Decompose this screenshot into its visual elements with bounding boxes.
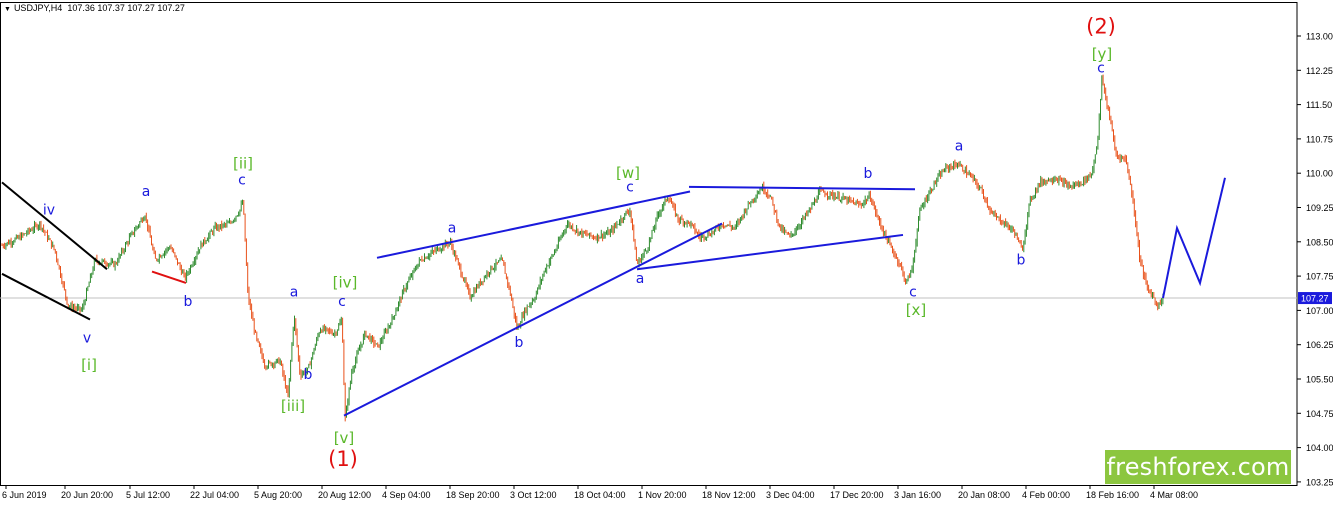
chart-area: 113.00 112.25 111.50 110.75 110.00 109.25 108.… [0,0,1333,505]
x-tick-label: 18 Sep 20:00 [446,490,500,500]
x-tick-label: 1 Nov 20:00 [638,490,687,500]
wave-label: b [864,166,873,182]
trendline-blue [688,185,916,191]
freshforex-logo: freshforex.com [1105,450,1291,484]
x-tick-label: 4 Feb 00:00 [1022,490,1070,500]
wave-label: b [1017,253,1026,269]
y-tick-label: 110.00 [1306,169,1333,179]
wave-label: b [515,335,524,351]
y-tick-label: 108.50 [1306,237,1333,247]
wave-label: (1) [328,447,358,471]
y-tick-label: 105.50 [1306,375,1333,385]
wave-label: a [142,184,151,200]
wave-label: c [338,294,346,310]
x-tick-label: 4 Sep 04:00 [382,490,431,500]
x-tick-label: 20 Jan 08:00 [958,490,1010,500]
x-tick-label: 17 Dec 20:00 [830,490,884,500]
wave-label: a [448,221,457,237]
wave-label: b [304,367,313,383]
ohlc-values: 107.36 107.37 107.27 107.27 [67,3,185,13]
wave-label: a [636,271,645,287]
trendline-blue [636,233,904,271]
x-tick-label: 6 Jun 2019 [2,490,47,500]
y-tick-label: 107.00 [1306,306,1333,316]
y-tick-label: 104.00 [1306,443,1333,453]
wave-label: [x] [906,301,927,319]
x-tick-label: 3 Jan 16:00 [894,490,941,500]
y-tick-label: 106.25 [1306,340,1333,350]
price-bars [1,74,1164,422]
wave-label: a [955,138,964,154]
wave-label: [y] [1092,45,1113,63]
wave-label: [w] [616,164,640,182]
wave-label: c [909,285,917,301]
x-tick-label: 3 Oct 12:00 [510,490,557,500]
wave-projection-line [1162,177,1226,299]
trendline-black [1,272,91,321]
trendline-blue [376,190,691,259]
symbol-info: ▼ USDJPY,H4 107.36 107.37 107.27 107.27 [4,3,185,13]
x-tick-label: 18 Nov 12:00 [702,490,756,500]
symbol-dropdown-icon[interactable]: ▼ [4,6,11,13]
y-tick-label: 109.25 [1306,203,1333,213]
wave-label: [iv] [333,274,358,292]
wave-label: b [184,294,193,310]
x-tick-label: 22 Jul 04:00 [190,490,239,500]
wave-label: [i] [81,356,97,374]
wave-label: [ii] [233,155,253,173]
wave-label: c [1097,61,1105,77]
x-tick-label: 5 Aug 20:00 [254,490,302,500]
wave-label: (2) [1086,15,1116,39]
y-tick-label: 107.75 [1306,272,1333,282]
current-price-label: 107.27 [1301,294,1329,304]
wave-label: [iii] [281,397,305,415]
x-tick-label: 3 Dec 04:00 [766,490,815,500]
trendline-black [1,181,108,271]
y-tick-label: 110.75 [1306,134,1333,144]
y-tick-label: 111.50 [1306,100,1332,110]
x-tick-label: 4 Mar 08:00 [1150,490,1198,500]
x-tick-label: 5 Jul 12:00 [126,490,170,500]
y-tick-label: 104.75 [1306,409,1333,419]
y-tick-label: 113.00 [1306,32,1333,42]
wave-label: c [626,179,634,195]
x-tick-label: 18 Feb 16:00 [1086,490,1139,500]
x-tick-label: 18 Oct 04:00 [574,490,626,500]
price-chart: 113.00 112.25 111.50 110.75 110.00 109.25 108.… [0,2,1333,500]
y-tick-label: 112.25 [1306,66,1333,76]
x-tick-label: 20 Jun 20:00 [61,490,113,500]
y-tick-label: 103.25 [1306,477,1333,487]
wave-label: a [290,285,299,301]
x-tick-label: 20 Aug 12:00 [318,490,371,500]
wave-label: v [83,330,91,346]
wave-label: [v] [334,429,355,447]
symbol-name: USDJPY,H4 [13,3,63,13]
wave-label: c [238,173,246,189]
wave-label: iv [43,202,55,218]
